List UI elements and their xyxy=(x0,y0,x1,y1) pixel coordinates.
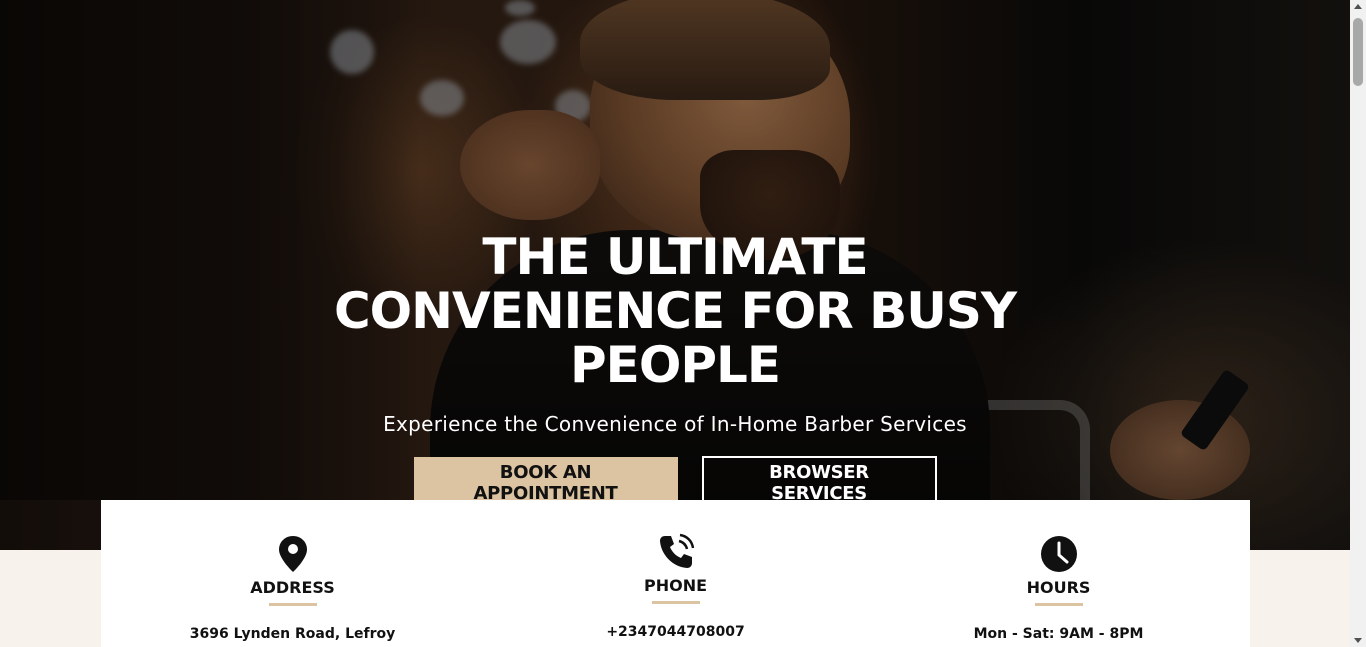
scroll-up-arrow-icon[interactable] xyxy=(1354,4,1362,9)
hero-content: THE ULTIMATE CONVENIENCE FOR BUSY PEOPLE… xyxy=(0,230,1350,510)
address-label: ADDRESS xyxy=(250,578,335,597)
page-scrollbar[interactable] xyxy=(1350,0,1366,647)
phone-label: PHONE xyxy=(643,576,708,595)
address-value: 3696 Lynden Road, Lefroy xyxy=(189,626,396,642)
phone-value[interactable]: +2347044708007 xyxy=(606,624,744,640)
hero-section: THE ULTIMATE CONVENIENCE FOR BUSY PEOPLE… xyxy=(0,0,1350,550)
clock-icon xyxy=(1039,534,1079,574)
phone-icon[interactable] xyxy=(656,532,696,572)
address-underline xyxy=(268,603,317,606)
hero-subtitle: Experience the Convenience of In-Home Ba… xyxy=(383,412,967,436)
contact-info-card: ADDRESS 3696 Lynden Road, Lefroy PHONE +… xyxy=(101,500,1250,647)
hours-underline xyxy=(1034,603,1083,606)
phone-underline xyxy=(651,601,700,604)
map-pin-icon xyxy=(273,534,313,574)
scroll-thumb[interactable] xyxy=(1353,18,1363,86)
info-address: ADDRESS 3696 Lynden Road, Lefroy xyxy=(101,500,484,647)
hours-label: HOURS xyxy=(1026,578,1091,597)
hours-value: Mon - Sat: 9AM - 8PM xyxy=(973,626,1144,642)
info-hours: HOURS Mon - Sat: 9AM - 8PM xyxy=(867,500,1250,647)
info-phone: PHONE +2347044708007 xyxy=(484,500,867,647)
page: THE ULTIMATE CONVENIENCE FOR BUSY PEOPLE… xyxy=(0,0,1366,647)
hero-title: THE ULTIMATE CONVENIENCE FOR BUSY PEOPLE xyxy=(333,228,1017,394)
scroll-down-arrow-icon[interactable] xyxy=(1354,638,1362,643)
